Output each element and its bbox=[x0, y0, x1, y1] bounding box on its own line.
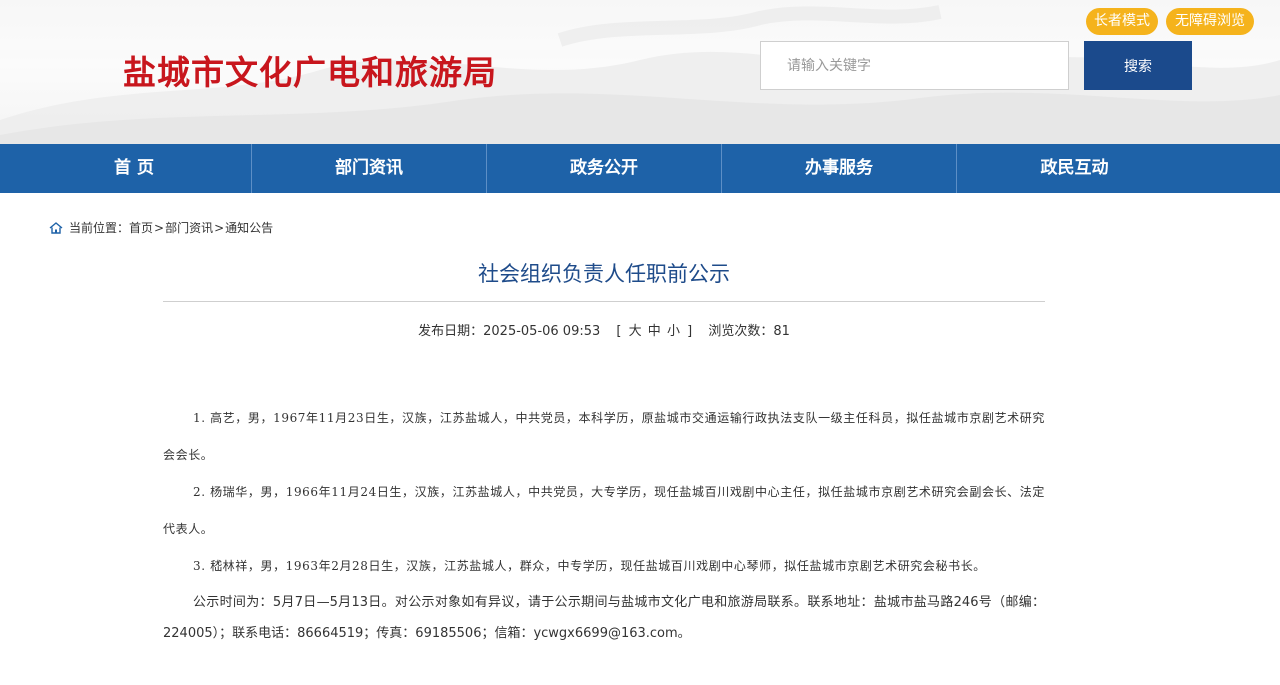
article-paragraph: 3. 嵇林祥，男，1963年2月28日生，汉族，江苏盐城人，群众，中专学历，现任… bbox=[193, 559, 986, 573]
breadcrumb: 当前位置： 首页 > 部门资讯 > 通知公告 bbox=[49, 219, 273, 236]
article-content: 1. 高艺，男，1967年11月23日生，汉族，江苏盐城人，中共党员，本科学历，… bbox=[163, 400, 1045, 649]
font-size-medium-button[interactable]: 中 bbox=[648, 324, 661, 339]
breadcrumb-separator: > bbox=[154, 220, 165, 235]
breadcrumb-prefix: 当前位置： bbox=[69, 221, 130, 235]
title-divider bbox=[163, 301, 1045, 302]
nav-item-services[interactable]: 办事服务 bbox=[722, 144, 957, 193]
font-size-bracket-open: [ bbox=[616, 324, 622, 339]
accessibility-button[interactable]: 无障碍浏览 bbox=[1166, 8, 1254, 35]
font-size-bracket-close: ] bbox=[687, 324, 693, 339]
font-size-small-button[interactable]: 小 bbox=[667, 324, 680, 339]
view-count: 浏览次数：81 bbox=[708, 324, 790, 339]
home-icon bbox=[49, 221, 63, 234]
breadcrumb-current[interactable]: 通知公告 bbox=[225, 219, 273, 236]
nav-item-home[interactable]: 首 页 bbox=[17, 144, 252, 193]
breadcrumb-section[interactable]: 部门资讯 bbox=[165, 219, 213, 236]
publish-date-label: 发布日期： bbox=[418, 324, 484, 339]
breadcrumb-separator: > bbox=[214, 220, 225, 235]
search-button[interactable]: 搜索 bbox=[1084, 41, 1192, 90]
nav-item-interaction[interactable]: 政民互动 bbox=[957, 144, 1192, 193]
article-paragraph: 1. 高艺，男，1967年11月23日生，汉族，江苏盐城人，中共党员，本科学历，… bbox=[163, 411, 1045, 462]
publish-date: 发布日期：2025-05-06 09:53 bbox=[418, 324, 600, 339]
view-count-label: 浏览次数： bbox=[708, 324, 774, 339]
site-title[interactable]: 盐城市文化广电和旅游局 bbox=[123, 46, 497, 94]
breadcrumb-home[interactable]: 首页 bbox=[129, 219, 153, 236]
main-nav: 首 页 部门资讯 政务公开 办事服务 政民互动 bbox=[0, 144, 1280, 193]
article-meta: 发布日期：2025-05-06 09:53 [ 大 中 小 ] 浏览次数：81 bbox=[163, 320, 1045, 339]
elder-mode-button[interactable]: 长者模式 bbox=[1086, 8, 1158, 35]
article-notice: 公示时间为：5月7日—5月13日。对公示对象如有异议，请于公示期间与盐城市文化广… bbox=[163, 595, 1045, 641]
nav-item-department-news[interactable]: 部门资讯 bbox=[252, 144, 487, 193]
publish-date-value: 2025-05-06 09:53 bbox=[483, 324, 601, 339]
nav-item-government-affairs[interactable]: 政务公开 bbox=[487, 144, 722, 193]
article-title: 社会组织负责人任职前公示 bbox=[478, 262, 730, 286]
article-paragraph: 2. 杨瑞华，男，1966年11月24日生，汉族，江苏盐城人，中共党员，大专学历… bbox=[163, 485, 1045, 536]
font-size-large-button[interactable]: 大 bbox=[629, 324, 642, 339]
view-count-value: 81 bbox=[773, 324, 790, 339]
search-input[interactable] bbox=[760, 41, 1069, 90]
font-size-controls: [ 大 中 小 ] bbox=[616, 324, 696, 339]
site-header: 盐城市文化广电和旅游局 搜索 长者模式 无障碍浏览 bbox=[0, 0, 1280, 144]
